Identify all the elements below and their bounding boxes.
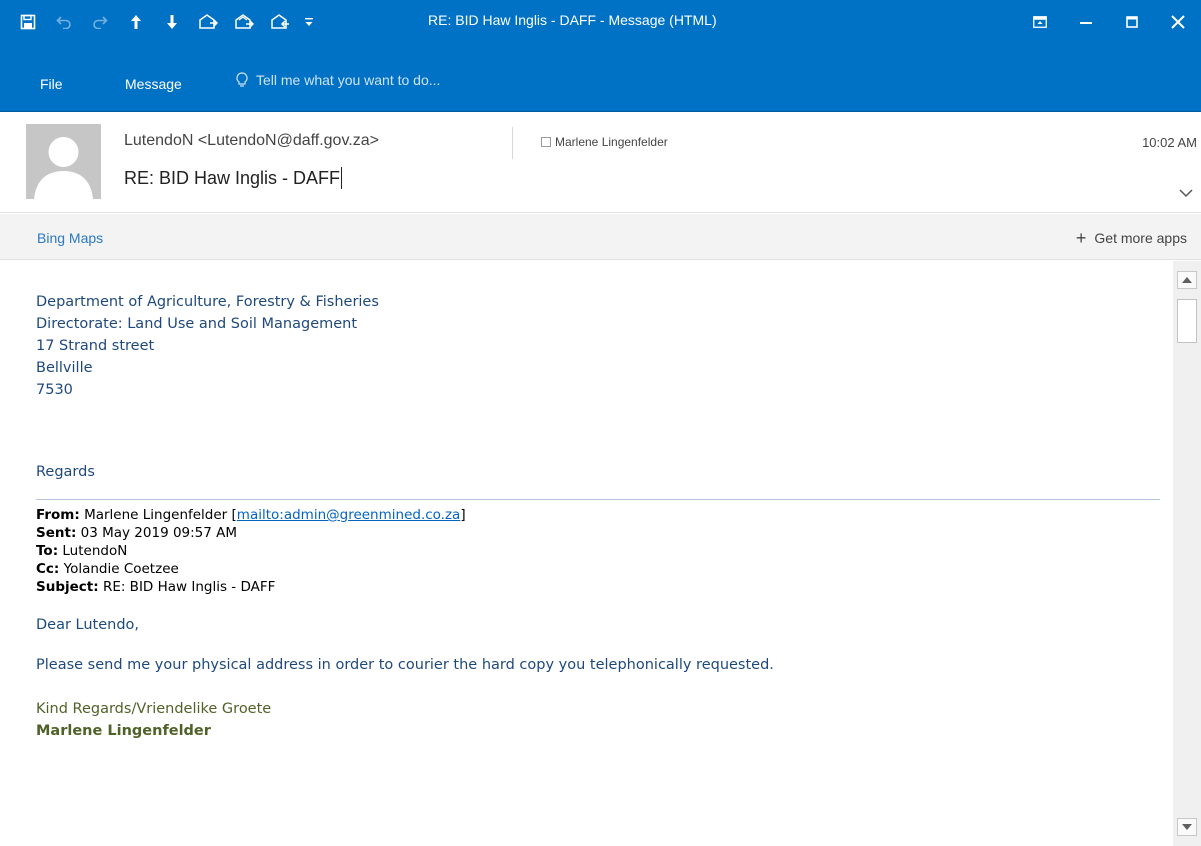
from-label: From: [36,507,80,523]
mailto-link[interactable]: mailto:admin@greenmined.co.za [237,507,461,523]
quoted-subject: Subject: RE: BID Haw Inglis - DAFF [36,578,1161,596]
subject-value: RE: BID Haw Inglis - DAFF [102,579,276,595]
title-bar: RE: BID Haw Inglis - DAFF - Message (HTM… [0,0,1201,44]
sent-value: 03 May 2019 09:57 AM [80,525,238,541]
message-body: Department of Agriculture, Forestry & Fi… [0,261,1173,846]
header-divider [512,127,513,159]
quick-access-toolbar [10,8,320,36]
window-controls [1017,0,1201,44]
save-button[interactable] [10,8,46,36]
sent-label: Sent: [36,525,77,541]
previous-item-button[interactable] [118,8,154,36]
chevron-down-icon [1179,189,1193,198]
close-icon [1171,15,1185,29]
address-line: 17 Strand street [36,338,155,354]
undo-icon [56,16,71,29]
tab-file[interactable]: File [40,76,63,92]
reply-all-icon [235,14,254,29]
message-time: 10:02 AM [1142,135,1197,150]
sender[interactable]: LutendoN <LutendoN@daff.gov.za> [124,132,379,150]
apps-bar: Bing Maps + Get more apps [0,214,1201,260]
ribbon-display-options-icon [1033,16,1047,28]
closing: Kind Regards/Vriendelike Groete [36,701,272,717]
tell-me-text: Tell me what you want to do... [256,72,441,88]
lightbulb-icon [236,72,248,87]
vertical-scrollbar[interactable] [1173,261,1201,846]
text-caret [341,167,343,189]
subject-text: RE: BID Haw Inglis - DAFF [124,167,341,188]
redo-button[interactable] [82,8,118,36]
customize-toolbar-icon [305,18,313,26]
address-line: Department of Agriculture, Forestry & Fi… [36,294,379,310]
regards-text: Regards [36,464,95,480]
window-title: RE: BID Haw Inglis - DAFF - Message (HTM… [428,12,717,28]
forward-button[interactable] [262,8,298,36]
maximize-icon [1126,16,1138,28]
expand-header-button[interactable] [1179,183,1193,202]
next-item-icon [167,15,177,29]
ribbon-display-options-button[interactable] [1017,0,1063,44]
customize-toolbar-button[interactable] [298,8,320,36]
minimize-button[interactable] [1063,0,1109,44]
to-value: LutendoN [62,543,128,559]
scroll-thumb[interactable] [1177,299,1197,343]
bing-maps-link[interactable]: Bing Maps [37,230,103,246]
message-text: Please send me your physical address in … [36,657,774,673]
address-line: 7530 [36,382,73,398]
message-subject[interactable]: RE: BID Haw Inglis - DAFF [124,167,343,189]
quoted-sent: Sent: 03 May 2019 09:57 AM [36,524,1161,542]
minimize-icon [1080,22,1092,24]
recipient-name: Marlene Lingenfelder [555,135,668,149]
presence-icon [541,137,551,147]
scroll-down-button[interactable] [1177,818,1197,836]
tell-me-search[interactable]: Tell me what you want to do... [236,72,440,88]
subject-label: Subject: [36,579,99,595]
ribbon: File Message Tell me what you want to do… [0,44,1201,112]
triangle-down-icon [1182,824,1192,830]
address-line: Bellville [36,360,93,376]
save-icon [20,14,36,30]
triangle-up-icon [1182,277,1192,283]
get-more-apps-button[interactable]: + Get more apps [1075,228,1187,248]
address-line: Directorate: Land Use and Soil Managemen… [36,316,358,332]
redo-icon [93,16,108,29]
quote-divider [36,499,1160,500]
next-item-button[interactable] [154,8,190,36]
undo-button[interactable] [46,8,82,36]
previous-item-icon [131,15,141,29]
cc-value: Yolandie Coetzee [63,561,179,577]
quoted-from: From: Marlene Lingenfelder [mailto:admin… [36,506,1161,524]
from-name: Marlene Lingenfelder [ [84,507,237,523]
message-header: LutendoN <LutendoN@daff.gov.za> Marlene … [0,113,1201,213]
cc-label: Cc: [36,561,60,577]
reply-icon [199,14,218,29]
forward-icon [271,14,289,29]
plus-icon: + [1075,228,1087,248]
close-button[interactable] [1155,0,1201,44]
message-content: Department of Agriculture, Forestry & Fi… [36,291,1161,742]
greeting: Dear Lutendo, [36,617,140,633]
reply-all-button[interactable] [226,8,262,36]
quoted-to: To: LutendoN [36,542,1161,560]
maximize-button[interactable] [1109,0,1155,44]
tab-message[interactable]: Message [125,76,182,92]
reply-button[interactable] [190,8,226,36]
quoted-cc: Cc: Yolandie Coetzee [36,560,1161,578]
avatar [26,124,101,199]
person-icon [26,124,101,199]
scroll-up-button[interactable] [1177,271,1197,289]
from-close: ] [460,507,466,523]
to-label: To: [36,543,59,559]
get-more-apps-label: Get more apps [1094,230,1187,246]
signature-name: Marlene Lingenfelder [36,723,211,739]
recipient[interactable]: Marlene Lingenfelder [541,135,668,149]
